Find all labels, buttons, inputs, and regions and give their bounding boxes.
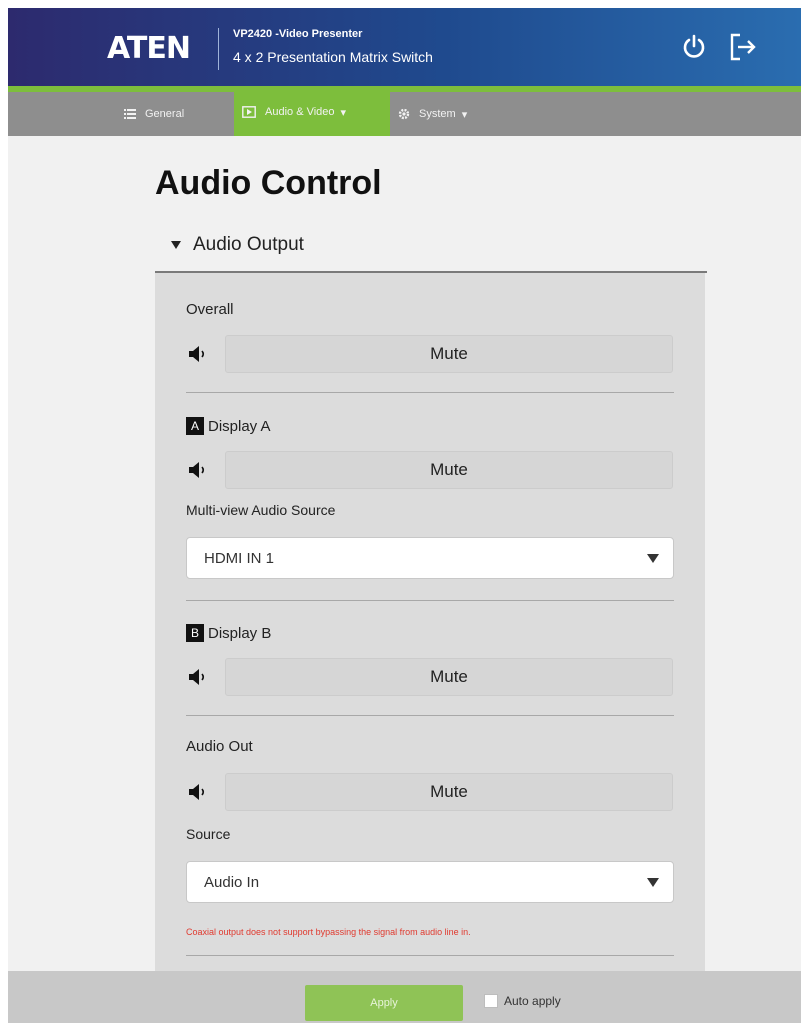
multiview-audio-source-select[interactable]: HDMI IN 1: [186, 537, 674, 579]
display-b-badge: B: [186, 624, 204, 642]
coaxial-warning-text: Coaxial output does not support bypassin…: [186, 927, 471, 937]
multiview-audio-source-value: HDMI IN 1: [204, 549, 275, 567]
dropdown-arrow-icon: [647, 554, 659, 563]
nav-system-label: System: [419, 108, 456, 120]
audio-out-source-select[interactable]: Audio In: [186, 861, 674, 903]
overall-label: Overall: [186, 301, 234, 318]
divider: [186, 392, 674, 393]
nav-general-label: General: [145, 108, 185, 120]
divider: [186, 600, 674, 601]
overall-mute-button[interactable]: Mute: [225, 335, 673, 373]
product-description: 4 x 2 Presentation Matrix Switch: [233, 49, 433, 65]
multiview-audio-source-label: Multi-view Audio Source: [186, 502, 336, 518]
display-a-mute-button[interactable]: Mute: [225, 451, 673, 489]
audio-output-section-toggle[interactable]: Audio Output: [171, 234, 304, 256]
chevron-down-icon: ▾: [340, 106, 347, 119]
display-a-badge: A: [186, 417, 204, 435]
app-frame: ATEN VP2420 -Video Presenter 4 x 2 Prese…: [8, 8, 801, 1023]
list-icon: [124, 109, 136, 119]
source-label: Source: [186, 826, 231, 842]
power-icon[interactable]: [681, 34, 707, 60]
nav-audio-video[interactable]: Audio & Video ▾: [234, 88, 390, 136]
auto-apply-label: Auto apply: [504, 994, 561, 1008]
logo-divider: [218, 28, 219, 70]
divider: [186, 955, 674, 956]
chevron-down-icon: ▾: [461, 108, 468, 121]
speaker-icon: [189, 784, 205, 800]
divider: [186, 715, 674, 716]
page-title: Audio Control: [155, 164, 382, 202]
display-a-label-text: Display A: [208, 417, 271, 435]
section-title: Audio Output: [193, 234, 304, 255]
audio-out-label: Audio Out: [186, 738, 253, 755]
dropdown-arrow-icon: [647, 878, 659, 887]
product-model: VP2420 -Video Presenter: [233, 28, 363, 40]
display-b-label: B Display B: [186, 624, 271, 642]
nav-system[interactable]: System ▾: [398, 92, 467, 136]
nav-bar: General Audio & Video ▾ System ▾: [8, 88, 801, 136]
video-icon: [242, 106, 256, 118]
display-b-mute-button[interactable]: Mute: [225, 658, 673, 696]
speaker-icon: [189, 462, 205, 478]
display-b-label-text: Display B: [208, 624, 272, 642]
audio-out-mute-button[interactable]: Mute: [225, 773, 673, 811]
aten-logo: ATEN: [107, 31, 191, 66]
display-a-label: A Display A: [186, 417, 271, 435]
speaker-icon: [189, 669, 205, 685]
nav-audio-video-label: Audio & Video: [265, 106, 335, 118]
audio-out-source-value: Audio In: [204, 873, 260, 891]
logout-icon[interactable]: [728, 32, 758, 62]
auto-apply-checkbox[interactable]: [484, 994, 498, 1008]
auto-apply-option[interactable]: Auto apply: [484, 994, 561, 1008]
header-bar: ATEN VP2420 -Video Presenter 4 x 2 Prese…: [8, 8, 801, 86]
speaker-icon: [189, 346, 205, 362]
caret-down-icon: [171, 241, 181, 249]
nav-general[interactable]: General: [124, 92, 184, 136]
apply-button[interactable]: Apply: [305, 985, 463, 1021]
gear-icon: [398, 108, 410, 120]
